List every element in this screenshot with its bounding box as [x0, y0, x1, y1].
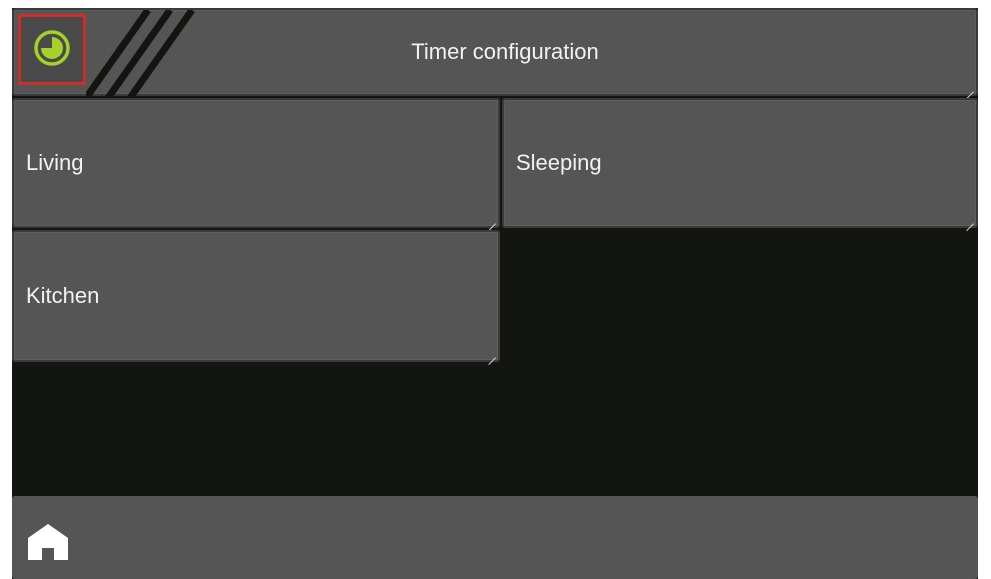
room-tile-sleeping[interactable]: Sleeping [502, 98, 978, 228]
corner-indicator [966, 84, 974, 92]
home-button[interactable] [26, 518, 70, 562]
footer-bar [12, 496, 978, 579]
room-tile-kitchen[interactable]: Kitchen [12, 230, 500, 362]
corner-indicator [966, 216, 974, 224]
corner-indicator [488, 350, 496, 358]
room-label: Kitchen [26, 283, 100, 308]
header-bar: Timer configuration [12, 8, 978, 98]
room-label: Sleeping [516, 150, 602, 175]
home-icon [28, 524, 68, 560]
room-tile-living[interactable]: Living [12, 98, 500, 228]
page-title: Timer configuration [411, 39, 599, 64]
room-label: Living [26, 150, 84, 175]
corner-indicator [488, 216, 496, 224]
timer-configuration-screen: Timer configuration Living Sleeping Kitc… [12, 8, 978, 579]
